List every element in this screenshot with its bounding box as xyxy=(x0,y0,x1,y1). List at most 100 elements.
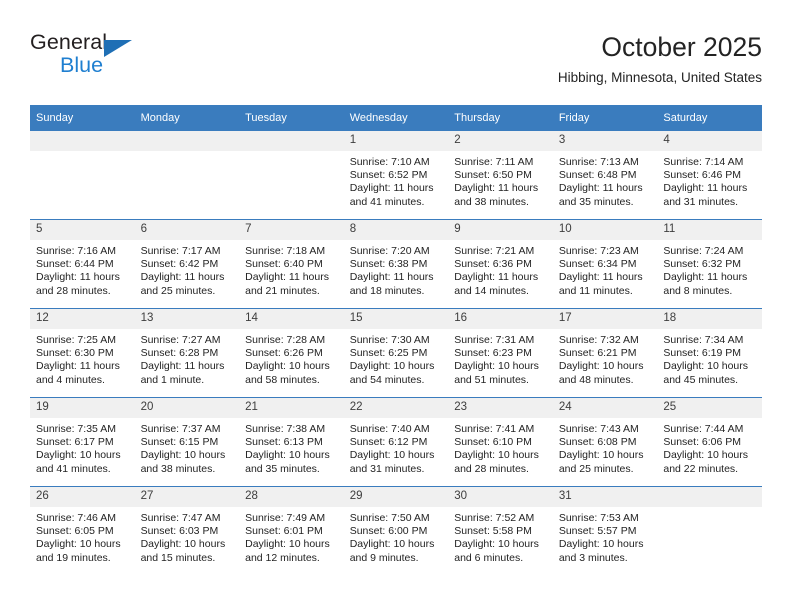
calendar-day-cell[interactable]: 21 Sunrise: 7:38 AM Sunset: 6:13 PM Dayligh… xyxy=(239,397,344,487)
calendar-page: General Blue October 2025 Hibbing, Minne… xyxy=(0,0,792,612)
calendar-day-cell[interactable]: 30 Sunrise: 7:52 AM Sunset: 5:58 PM Dayligh… xyxy=(448,486,553,575)
calendar-table: Sunday Monday Tuesday Wednesday Thursday… xyxy=(30,105,762,575)
sunset-time: Sunset: 5:58 PM xyxy=(454,525,532,538)
calendar-day-cell[interactable]: 18 Sunrise: 7:34 AM Sunset: 6:19 PM Dayligh… xyxy=(657,308,762,398)
sunset-time: Sunset: 6:38 PM xyxy=(349,258,428,271)
calendar-day-cell[interactable]: 8 Sunrise: 7:20 AM Sunset: 6:38 PM Daylight… xyxy=(343,219,449,309)
calendar-day-cell[interactable]: 11 Sunrise: 7:24 AM Sunset: 6:32 PM Dayligh… xyxy=(657,219,762,309)
sunrise-time: Sunrise: 7:24 AM xyxy=(663,245,744,257)
calendar-day-cell[interactable]: 1 Sunrise: 7:10 AM Sunset: 6:52 PM Daylight… xyxy=(343,131,449,220)
day-details: Sunrise: 7:10 AM Sunset: 6:52 PM Daylight:… xyxy=(344,151,449,209)
calendar-day-cell[interactable]: 17 Sunrise: 7:32 AM Sunset: 6:21 PM Dayligh… xyxy=(552,308,658,398)
day-number: 12 xyxy=(30,309,135,329)
calendar-day-cell[interactable]: 3 Sunrise: 7:13 AM Sunset: 6:48 PM Daylight… xyxy=(552,131,658,220)
calendar-day-cell[interactable]: 31 Sunrise: 7:53 AM Sunset: 5:57 PM Dayligh… xyxy=(552,486,658,575)
daylight-duration-line1: Daylight: 10 hours xyxy=(349,538,435,551)
daylight-duration-line2: and 28 minutes. xyxy=(454,462,529,475)
sunset-time: Sunset: 6:13 PM xyxy=(245,436,323,449)
calendar-day-cell[interactable]: 20 Sunrise: 7:37 AM Sunset: 6:15 PM Dayligh… xyxy=(134,397,240,487)
daylight-duration-line2: and 38 minutes. xyxy=(454,195,529,208)
day-number: 15 xyxy=(343,309,449,329)
sunrise-time: Sunrise: 7:28 AM xyxy=(245,334,326,346)
day-number: 4 xyxy=(657,131,762,151)
calendar-day-cell[interactable]: 9 Sunrise: 7:21 AM Sunset: 6:36 PM Daylight… xyxy=(448,219,553,309)
daylight-duration-line2: and 21 minutes. xyxy=(245,284,320,297)
calendar-day-cell[interactable]: 27 Sunrise: 7:47 AM Sunset: 6:03 PM Dayligh… xyxy=(134,486,240,575)
calendar-day-cell[interactable]: 10 Sunrise: 7:23 AM Sunset: 6:34 PM Dayligh… xyxy=(552,219,658,309)
calendar-day-cell[interactable]: 4 Sunrise: 7:14 AM Sunset: 6:46 PM Daylight… xyxy=(657,131,762,220)
day-details: Sunrise: 7:35 AM Sunset: 6:17 PM Daylight:… xyxy=(30,418,135,476)
calendar-day-cell[interactable]: 25 Sunrise: 7:44 AM Sunset: 6:06 PM Dayligh… xyxy=(657,397,762,487)
calendar-day-cell[interactable]: 14 Sunrise: 7:28 AM Sunset: 6:26 PM Dayligh… xyxy=(239,308,344,398)
daylight-duration-line1: Daylight: 10 hours xyxy=(36,449,121,462)
calendar-day-cell[interactable]: 29 Sunrise: 7:50 AM Sunset: 6:00 PM Dayligh… xyxy=(343,486,449,575)
daylight-duration-line1: Daylight: 10 hours xyxy=(454,360,539,373)
daylight-duration-line1: Daylight: 10 hours xyxy=(140,449,226,462)
day-details: Sunrise: 7:52 AM Sunset: 5:58 PM Daylight:… xyxy=(448,507,553,565)
day-details: Sunrise: 7:41 AM Sunset: 6:10 PM Daylight:… xyxy=(448,418,553,476)
daylight-duration-line1: Daylight: 10 hours xyxy=(558,449,644,462)
calendar-day-cell[interactable]: 16 Sunrise: 7:31 AM Sunset: 6:23 PM Dayligh… xyxy=(448,308,553,398)
sunrise-time: Sunrise: 7:10 AM xyxy=(349,156,430,168)
sunset-time: Sunset: 6:28 PM xyxy=(140,347,219,360)
day-number xyxy=(239,131,344,151)
calendar-day-cell[interactable]: 7 Sunrise: 7:18 AM Sunset: 6:40 PM Daylight… xyxy=(239,219,344,309)
calendar-day-cell[interactable]: 5 Sunrise: 7:16 AM Sunset: 6:44 PM Daylight… xyxy=(30,219,135,309)
daylight-duration-line2: and 25 minutes. xyxy=(558,462,634,475)
day-details: Sunrise: 7:11 AM Sunset: 6:50 PM Daylight:… xyxy=(448,151,553,209)
calendar-day-cell[interactable]: 28 Sunrise: 7:49 AM Sunset: 6:01 PM Dayligh… xyxy=(239,486,344,575)
calendar-day-cell[interactable]: 22 Sunrise: 7:40 AM Sunset: 6:12 PM Dayligh… xyxy=(343,397,449,487)
sunrise-time: Sunrise: 7:47 AM xyxy=(140,512,221,524)
sunset-time: Sunset: 6:50 PM xyxy=(454,169,532,182)
calendar-day-cell[interactable]: 23 Sunrise: 7:41 AM Sunset: 6:10 PM Dayligh… xyxy=(448,397,553,487)
calendar-day-cell[interactable]: 13 Sunrise: 7:27 AM Sunset: 6:28 PM Dayligh… xyxy=(134,308,240,398)
sunrise-time: Sunrise: 7:43 AM xyxy=(558,423,639,435)
daylight-duration-line1: Daylight: 10 hours xyxy=(140,538,226,551)
sunset-time: Sunset: 6:40 PM xyxy=(245,258,323,271)
daylight-duration-line2: and 11 minutes. xyxy=(558,284,633,297)
calendar-day-cell[interactable]: 12 Sunrise: 7:25 AM Sunset: 6:30 PM Dayligh… xyxy=(30,308,135,398)
daylight-duration-line1: Daylight: 11 hours xyxy=(663,182,748,195)
daylight-duration-line2: and 6 minutes. xyxy=(454,551,524,564)
sunset-time: Sunset: 5:57 PM xyxy=(558,525,637,538)
masthead: General Blue October 2025 Hibbing, Minne… xyxy=(30,30,762,98)
logo-triangle-icon xyxy=(104,40,132,57)
sunrise-time: Sunrise: 7:49 AM xyxy=(245,512,326,524)
sunset-time: Sunset: 6:05 PM xyxy=(36,525,114,538)
daylight-duration-line1: Daylight: 10 hours xyxy=(349,449,435,462)
sunrise-time: Sunrise: 7:14 AM xyxy=(663,156,744,168)
sunset-time: Sunset: 6:46 PM xyxy=(663,169,742,182)
calendar-day-cell[interactable]: 24 Sunrise: 7:43 AM Sunset: 6:08 PM Dayligh… xyxy=(552,397,658,487)
logo-text-general: General xyxy=(30,30,108,54)
sunrise-time: Sunrise: 7:11 AM xyxy=(454,156,534,168)
daylight-duration-line2: and 51 minutes. xyxy=(454,373,529,386)
daylight-duration-line2: and 25 minutes. xyxy=(140,284,216,297)
day-details: Sunrise: 7:30 AM Sunset: 6:25 PM Daylight:… xyxy=(344,329,449,387)
weekday-header-thursday: Thursday xyxy=(448,105,553,131)
day-details: Sunrise: 7:43 AM Sunset: 6:08 PM Daylight:… xyxy=(553,418,658,476)
day-number: 13 xyxy=(134,309,240,329)
daylight-duration-line2: and 41 minutes. xyxy=(36,462,111,475)
day-number: 8 xyxy=(343,220,449,240)
calendar-day-cell[interactable]: 26 Sunrise: 7:46 AM Sunset: 6:05 PM Dayligh… xyxy=(30,486,135,575)
general-blue-logo[interactable]: General Blue xyxy=(30,30,160,86)
sunset-time: Sunset: 6:19 PM xyxy=(663,347,742,360)
daylight-duration-line2: and 41 minutes. xyxy=(349,195,425,208)
day-details: Sunrise: 7:28 AM Sunset: 6:26 PM Daylight:… xyxy=(239,329,344,387)
daylight-duration-line1: Daylight: 10 hours xyxy=(454,449,539,462)
sunrise-time: Sunrise: 7:13 AM xyxy=(558,156,639,168)
calendar-body: 1 Sunrise: 7:10 AM Sunset: 6:52 PM Daylight… xyxy=(30,131,762,575)
calendar-day-cell[interactable]: 15 Sunrise: 7:30 AM Sunset: 6:25 PM Dayligh… xyxy=(343,308,449,398)
day-number: 30 xyxy=(448,487,553,507)
calendar-day-cell[interactable]: 6 Sunrise: 7:17 AM Sunset: 6:42 PM Daylight… xyxy=(134,219,240,309)
sunset-time: Sunset: 6:01 PM xyxy=(245,525,323,538)
day-details: Sunrise: 7:53 AM Sunset: 5:57 PM Daylight:… xyxy=(553,507,658,565)
daylight-duration-line2: and 19 minutes. xyxy=(36,551,111,564)
calendar-day-cell[interactable]: 2 Sunrise: 7:11 AM Sunset: 6:50 PM Daylight… xyxy=(448,131,553,220)
calendar-day-cell[interactable]: 19 Sunrise: 7:35 AM Sunset: 6:17 PM Dayligh… xyxy=(30,397,135,487)
day-details: Sunrise: 7:40 AM Sunset: 6:12 PM Daylight:… xyxy=(344,418,449,476)
day-details: Sunrise: 7:34 AM Sunset: 6:19 PM Daylight:… xyxy=(657,329,762,387)
day-details: Sunrise: 7:47 AM Sunset: 6:03 PM Daylight:… xyxy=(135,507,240,565)
sunset-time: Sunset: 6:42 PM xyxy=(140,258,219,271)
day-number: 9 xyxy=(448,220,553,240)
